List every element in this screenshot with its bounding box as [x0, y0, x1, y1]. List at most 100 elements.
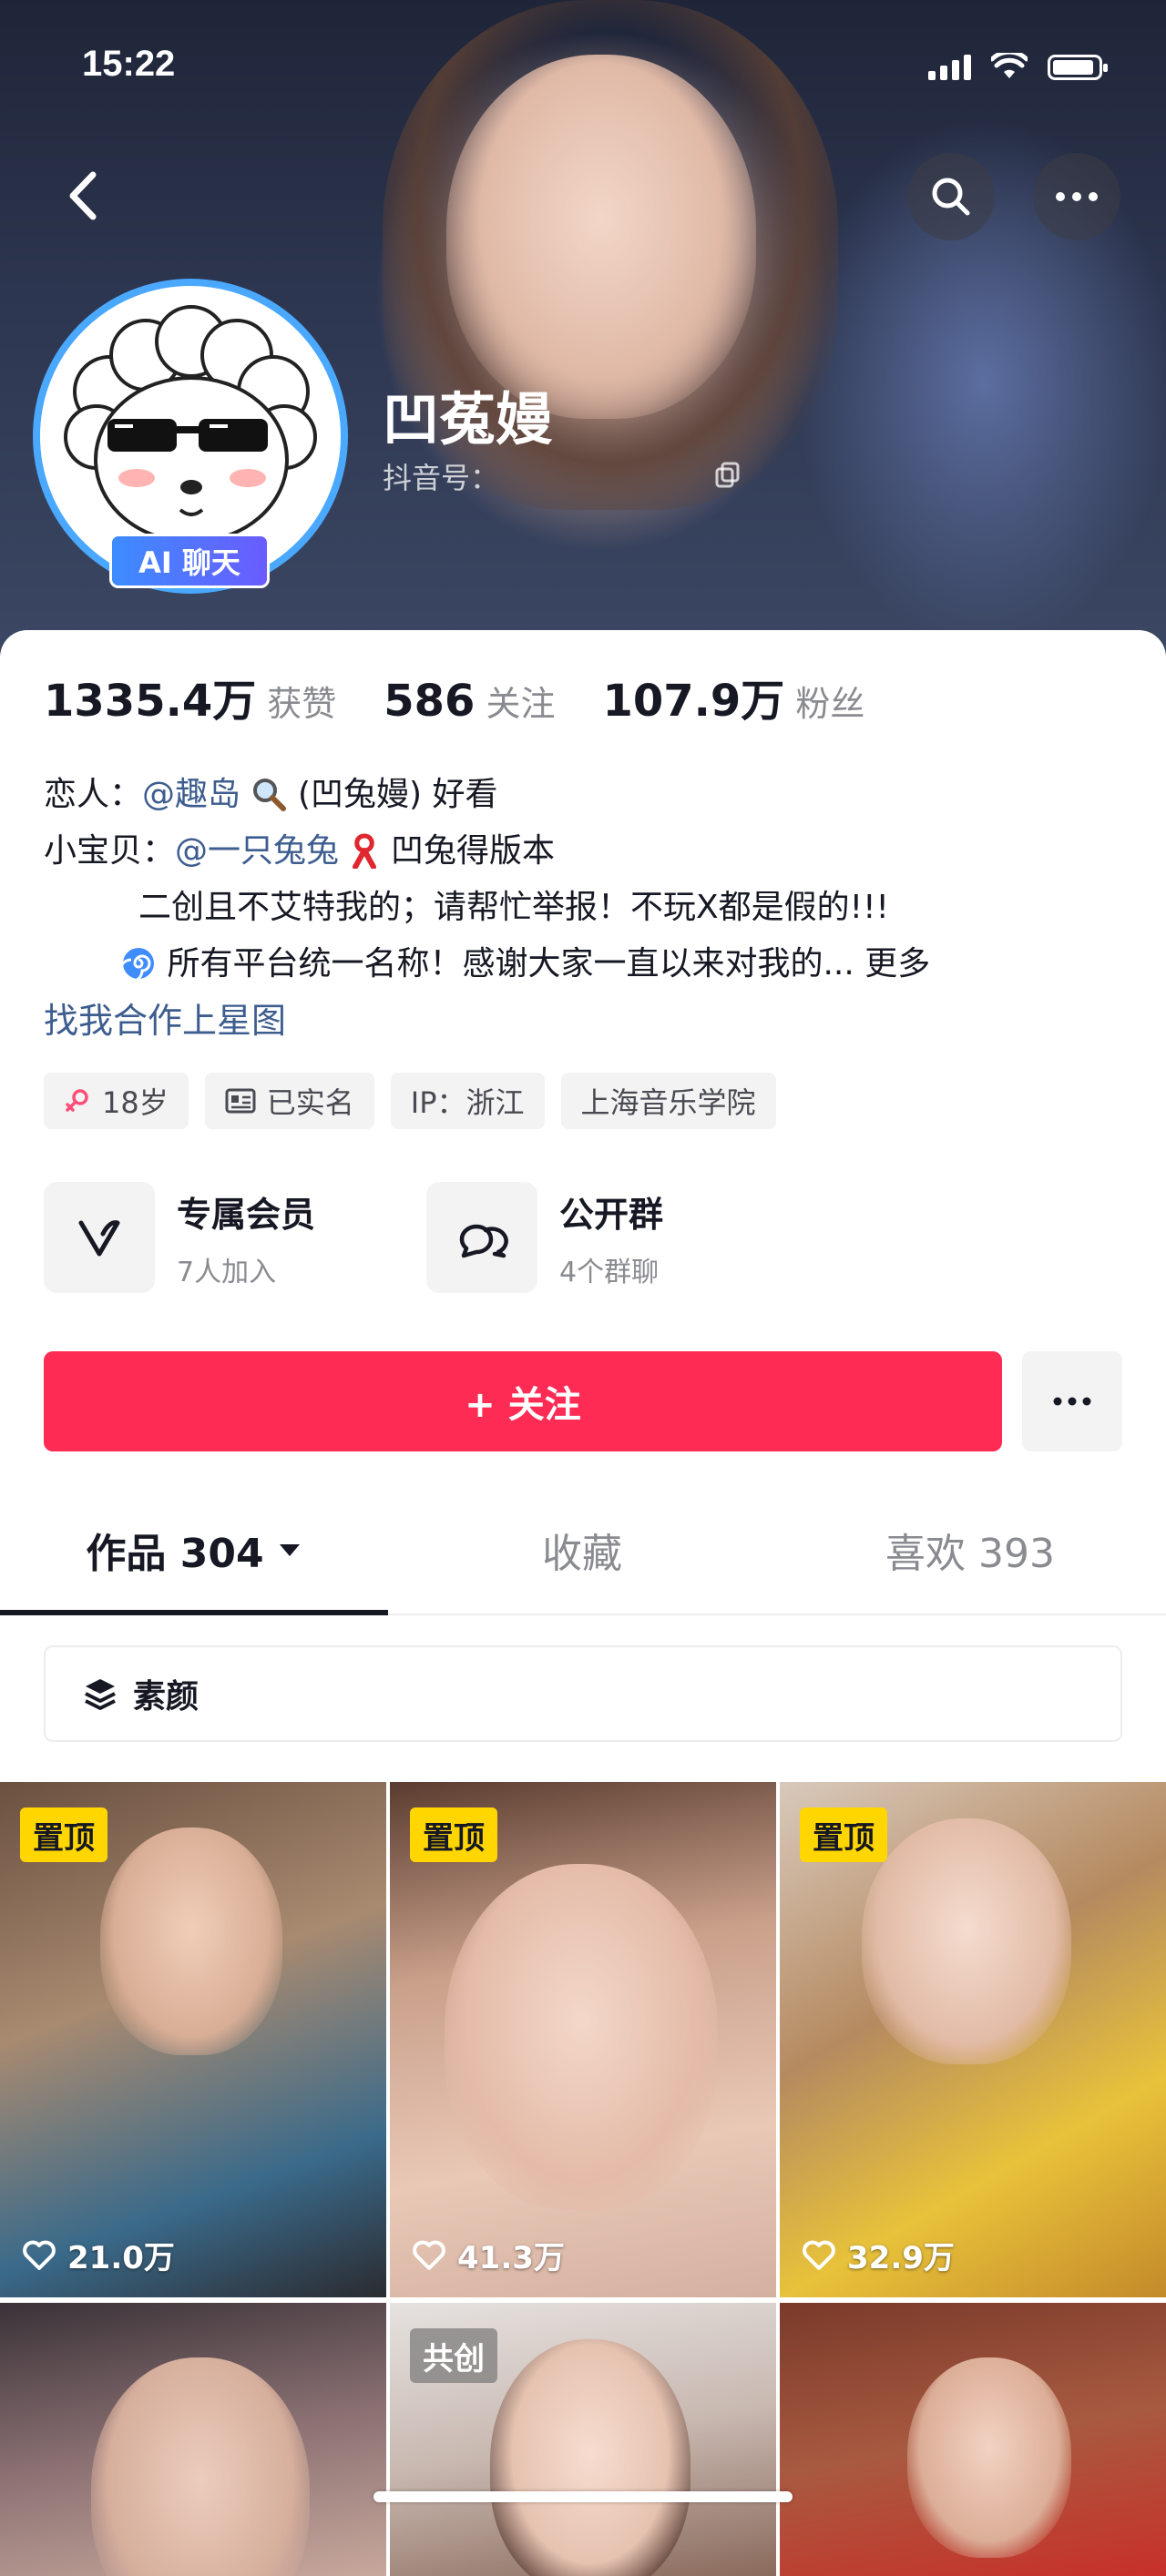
back-button[interactable] [56, 164, 111, 228]
profile-more-button[interactable] [1022, 1351, 1122, 1451]
co-creation-badge: 共创 [410, 2328, 497, 2383]
tag-age-label: 18岁 [102, 1085, 169, 1120]
likes-label: 获赞 [267, 684, 337, 724]
home-indicator[interactable] [373, 2491, 793, 2502]
profile-banner: 15:22 AI 聊天 凹菟嫚 抖音号： [0, 0, 1166, 656]
bio-lover-suffix: (凹兔嫚) 好看 [297, 776, 498, 813]
battery-icon [1048, 55, 1108, 80]
copy-icon[interactable] [714, 461, 742, 488]
following-count[interactable]: 586 [384, 676, 475, 727]
more-icon [1053, 1397, 1091, 1406]
tab-liked-label: 喜欢 393 [885, 1531, 1055, 1577]
profile-card: 1335.4万 获赞 586 关注 107.9万 粉丝 恋人：@趣岛 (凹兔嫚)… [0, 630, 1166, 2576]
profile-tags: 18岁 已实名 IP：浙江 上海音乐学院 [44, 1073, 776, 1129]
video-thumbnail[interactable] [780, 2303, 1166, 2576]
tab-favorites-label: 收藏 [542, 1531, 622, 1577]
red-ribbon-icon [353, 833, 377, 870]
group-chat-title: 公开群 [559, 1194, 664, 1235]
bio-line-lover: 恋人：@趣岛 (凹兔嫚) 好看 [44, 767, 1128, 823]
bio-more-button[interactable]: 更多 [864, 945, 930, 983]
id-card-icon [225, 1088, 256, 1114]
heart-icon [413, 2240, 445, 2270]
video-thumbnail[interactable]: 置顶 21.0万 [0, 1782, 386, 2297]
layers-icon [85, 1679, 116, 1710]
video-thumbnail[interactable]: 置顶 32.9万 [780, 1782, 1166, 2297]
thumbnail-photo [490, 2339, 690, 2576]
profile-stats: 1335.4万 获赞 586 关注 107.9万 粉丝 [44, 665, 912, 728]
bio-line-4: 所有平台统一名称！感谢大家一直以来对我的... 更多 [44, 936, 1128, 993]
video-likes: 41.3万 [412, 2233, 565, 2277]
tag-ip: IP：浙江 [390, 1073, 545, 1129]
thumbnail-photo [445, 1864, 718, 2210]
video-likes-count: 21.0万 [67, 2240, 175, 2276]
wifi-icon [991, 53, 1028, 78]
member-icon-box [44, 1182, 155, 1293]
heart-icon [803, 2240, 835, 2270]
douyin-id: 抖音号： [383, 455, 499, 497]
video-likes: 32.9万 [802, 2233, 955, 2277]
search-icon [932, 178, 970, 216]
active-tab-indicator [0, 1610, 388, 1615]
dropdown-icon [279, 1544, 300, 1556]
bio-baby-prefix: 小宝贝： [44, 832, 176, 870]
tab-works[interactable]: 作品 304 [0, 1486, 388, 1614]
collection-label: 素颜 [133, 1678, 199, 1716]
tab-works-label: 作品 304 [86, 1531, 264, 1577]
tag-verified-label: 已实名 [266, 1085, 354, 1120]
pinned-badge: 置顶 [800, 1807, 887, 1862]
group-chat-entry[interactable]: 公开群 4个群聊 [426, 1182, 663, 1293]
lover-mention-link[interactable]: @趣岛 [142, 776, 240, 813]
pinned-badge: 置顶 [20, 1807, 107, 1862]
profile-bio: 恋人：@趣岛 (凹兔嫚) 好看 小宝贝：@一只兔兔 凹兔得版本 二创且不艾特我的… [44, 767, 1128, 1049]
video-thumbnail[interactable]: 置顶 41.3万 [390, 1782, 776, 2297]
tag-ip-label: IP：浙江 [410, 1085, 525, 1120]
follow-button[interactable]: + 关注 [44, 1351, 1002, 1451]
thumbnail-photo [907, 2357, 1071, 2558]
more-icon [1056, 192, 1098, 201]
douyin-id-label: 抖音号： [383, 461, 500, 495]
female-icon [66, 1089, 88, 1112]
video-likes: 21.0万 [22, 2233, 175, 2277]
vip-v-icon [78, 1220, 120, 1257]
tag-verified: 已实名 [204, 1073, 374, 1129]
bio-line-3: 二创且不艾特我的；请帮忙举报！不玩X都是假的!!! [138, 889, 889, 926]
ai-chat-badge[interactable]: AI 聊天 [109, 534, 270, 588]
tab-favorites[interactable]: 收藏 [388, 1486, 776, 1614]
magnifier-emoji-icon [253, 779, 287, 811]
banner-photo-face [446, 55, 756, 419]
chat-bubbles-icon [459, 1224, 508, 1258]
bio-line-4-text: 所有平台统一名称！感谢大家一直以来对我的... [167, 945, 854, 983]
likes-count: 1335.4万 [44, 676, 257, 727]
ai-chat-label: AI 聊天 [138, 545, 240, 580]
heart-icon [23, 2240, 56, 2270]
pinned-badge: 置顶 [410, 1807, 497, 1862]
following-label[interactable]: 关注 [486, 676, 555, 726]
thumbnail-photo [862, 1818, 1071, 2064]
thumbnail-photo [100, 1828, 282, 2055]
swirl-emoji-icon [118, 948, 154, 983]
baby-mention-link[interactable]: @一只兔兔 [175, 832, 339, 870]
thumbnail-photo [91, 2357, 310, 2576]
profile-tabs: 作品 304 收藏 喜欢 393 [0, 1486, 1166, 1615]
bio-lover-prefix: 恋人： [44, 776, 143, 813]
star-map-link[interactable]: 找我合作上星图 [44, 993, 1128, 1049]
more-options-button[interactable] [1033, 153, 1120, 240]
tag-school[interactable]: 上海音乐学院 [560, 1073, 776, 1129]
member-entry[interactable]: 专属会员 7人加入 [44, 1182, 315, 1293]
group-chat-subtitle: 4个群聊 [559, 1256, 660, 1288]
tag-school-label: 上海音乐学院 [580, 1085, 756, 1120]
member-subtitle: 7人加入 [177, 1256, 277, 1288]
collection-filter[interactable]: 素颜 [44, 1645, 1122, 1742]
followers-count[interactable]: 107.9万 [602, 665, 784, 728]
bio-line-baby: 小宝贝：@一只兔兔 凹兔得版本 [44, 823, 1128, 880]
tab-liked[interactable]: 喜欢 393 [776, 1486, 1164, 1614]
search-button[interactable] [907, 153, 995, 240]
signal-icon [928, 55, 971, 80]
followers-label[interactable]: 粉丝 [795, 676, 864, 726]
video-thumbnail[interactable] [0, 2303, 386, 2576]
back-icon [69, 171, 97, 220]
member-title: 专属会员 [177, 1194, 316, 1235]
video-thumbnail[interactable]: 共创 [390, 2303, 776, 2576]
profile-nickname: 凹菟嫚 [383, 386, 553, 453]
video-likes-count: 41.3万 [457, 2240, 565, 2276]
